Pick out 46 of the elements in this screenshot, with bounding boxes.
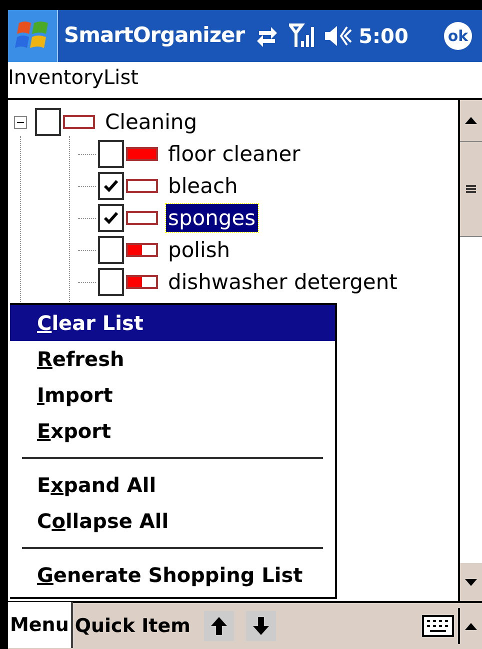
down-arrow-icon xyxy=(253,617,270,635)
menu-item[interactable]: Import xyxy=(10,377,335,413)
move-up-button[interactable] xyxy=(204,611,234,641)
clock-time: 5:00 xyxy=(358,23,408,50)
menu-item[interactable]: Expand All xyxy=(10,467,335,503)
checkbox[interactable] xyxy=(98,140,124,168)
tree-item[interactable]: bleach xyxy=(166,172,240,200)
checkbox[interactable] xyxy=(35,108,61,136)
menu-item[interactable]: Export xyxy=(10,413,335,449)
keyboard-button[interactable] xyxy=(422,615,454,637)
grip-icon xyxy=(466,185,476,193)
keyboard-icon xyxy=(422,615,454,637)
tree-item[interactable]: polish xyxy=(166,236,232,264)
checkbox[interactable] xyxy=(98,236,124,264)
menu-item[interactable]: Collapse All xyxy=(10,503,335,539)
menu-item[interactable]: Refresh xyxy=(10,341,335,377)
up-arrow-icon xyxy=(465,622,477,630)
tree-item[interactable]: sponges xyxy=(166,204,258,232)
stock-level-bar xyxy=(126,275,158,289)
stock-level-bar xyxy=(126,243,158,257)
up-arrow-icon xyxy=(211,617,228,635)
checkbox[interactable] xyxy=(98,268,124,296)
menu-item[interactable]: Clear List xyxy=(10,305,335,341)
menu-bar-button[interactable]: Quick Item xyxy=(72,603,192,649)
sync-arrows-icon xyxy=(254,25,279,47)
up-arrow-icon xyxy=(465,117,477,124)
app-title: SmartOrganizer xyxy=(64,22,245,50)
checkbox[interactable] xyxy=(98,204,124,232)
speaker-icon xyxy=(322,24,353,48)
move-down-button[interactable] xyxy=(246,611,276,641)
start-button[interactable] xyxy=(8,10,58,62)
tree-item[interactable]: floor cleaner xyxy=(166,140,302,168)
scrollbar[interactable] xyxy=(458,100,482,601)
ok-button[interactable]: ok xyxy=(444,22,472,50)
form-title: InventoryList xyxy=(8,67,138,87)
menu-bar-button[interactable]: Menu xyxy=(8,602,73,648)
menu-item[interactable]: Generate Shopping List xyxy=(10,557,335,593)
checkmark-icon xyxy=(103,179,119,193)
tree-item[interactable]: Cleaning xyxy=(103,108,200,136)
down-arrow-icon xyxy=(465,578,477,586)
stock-level-bar xyxy=(126,147,158,161)
checkbox[interactable] xyxy=(98,172,124,200)
signal-icon xyxy=(288,23,315,49)
tree-item[interactable]: dishwasher detergent xyxy=(166,268,400,296)
checkmark-icon xyxy=(103,211,119,225)
expander-button[interactable] xyxy=(14,116,27,128)
